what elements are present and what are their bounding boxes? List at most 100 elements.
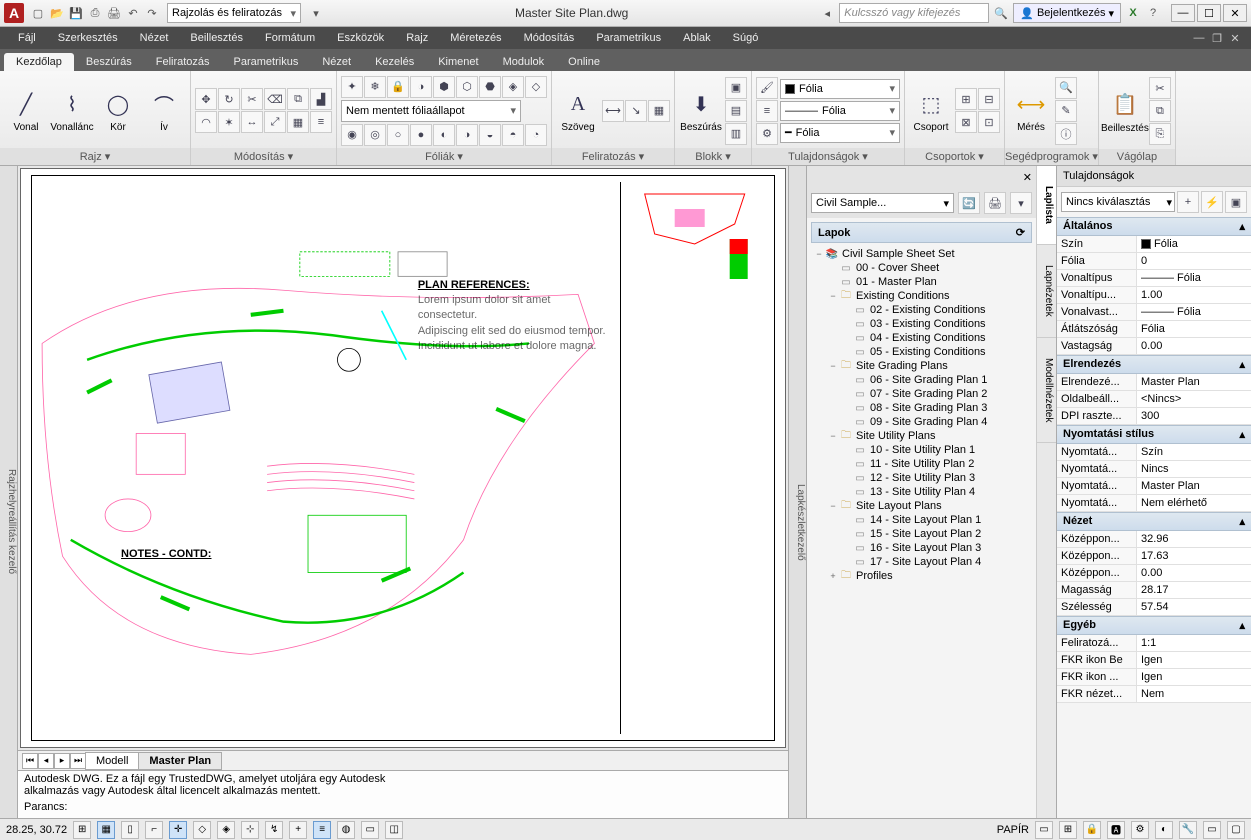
chevron-down-icon[interactable]: ▾ — [725, 150, 731, 163]
prop-row[interactable]: Oldalbeáll...<Nincs> — [1057, 391, 1251, 408]
layer-btn[interactable]: ⬢ — [433, 76, 455, 98]
tab-modules[interactable]: Modulok — [491, 53, 557, 71]
login-button[interactable]: 👤Bejelentkezés▾ — [1013, 3, 1121, 23]
prop-row[interactable]: Vonaltípus——— Fólia — [1057, 270, 1251, 287]
status-3dosnap[interactable]: ◈ — [217, 821, 235, 839]
menu-help[interactable]: Súgó — [723, 30, 769, 46]
util-btn[interactable]: ✎ — [1055, 100, 1077, 122]
tab-view[interactable]: Nézet — [310, 53, 363, 71]
status-qp[interactable]: ▭ — [361, 821, 379, 839]
explode-button[interactable]: ✶ — [218, 111, 240, 133]
prop-row[interactable]: Szélesség57.54 — [1057, 599, 1251, 616]
layout-tab-model[interactable]: Modell — [85, 752, 139, 770]
status-tpy[interactable]: ◍ — [337, 821, 355, 839]
menu-modify[interactable]: Módosítás — [514, 30, 585, 46]
copy-clip-button[interactable]: ⧉ — [1149, 100, 1171, 122]
status-infer[interactable]: ⊞ — [73, 821, 91, 839]
prop-category[interactable]: Egyéb▴ — [1057, 616, 1251, 635]
prop-value[interactable]: <Nincs> — [1137, 391, 1251, 407]
ss-tab-modelviews[interactable]: Modellnézetek — [1037, 338, 1056, 443]
layer-btn[interactable]: ◎ — [364, 124, 386, 146]
pick-button[interactable]: + — [1177, 191, 1199, 213]
tree-sheet[interactable]: ▭08 - Site Grading Plan 3 — [813, 401, 1030, 415]
status-snap[interactable]: ▦ — [97, 821, 115, 839]
layer-state-combo[interactable]: Nem mentett fóliaállapot — [341, 100, 521, 122]
status-polar[interactable]: ✛ — [169, 821, 187, 839]
tree-sheet[interactable]: ▭06 - Site Grading Plan 1 — [813, 373, 1030, 387]
prop-row[interactable]: Feliratozá...1:1 — [1057, 635, 1251, 652]
tab-manage[interactable]: Kezelés — [363, 53, 426, 71]
prop-row[interactable]: Vonaltípu...1.00 — [1057, 287, 1251, 304]
status-ortho[interactable]: ⌐ — [145, 821, 163, 839]
prop-value[interactable]: Nem — [1137, 686, 1251, 702]
tree-subset[interactable]: −🗀Site Grading Plans — [813, 359, 1030, 373]
tree-subset[interactable]: −🗀Site Utility Plans — [813, 429, 1030, 443]
prop-row[interactable]: Nyomtatá...Master Plan — [1057, 478, 1251, 495]
prop-value[interactable]: Szín — [1137, 444, 1251, 460]
layer-btn[interactable]: ◑ — [410, 76, 432, 98]
prop-category[interactable]: Általános▴ — [1057, 217, 1251, 236]
offset-button[interactable]: ≡ — [310, 111, 332, 133]
linetype-combo[interactable]: ———Fólia — [780, 101, 900, 121]
prop-row[interactable]: SzínFólia — [1057, 236, 1251, 253]
prop-value[interactable]: 17.63 — [1137, 548, 1251, 564]
prop-value[interactable]: ——— Fólia — [1137, 304, 1251, 320]
doc-close-icon[interactable]: ✕ — [1227, 30, 1243, 46]
status-btn[interactable]: 🅰 — [1107, 821, 1125, 839]
status-grid[interactable]: ▯ — [121, 821, 139, 839]
prop-value[interactable]: Igen — [1137, 652, 1251, 668]
drawing-canvas[interactable]: PLAN REFERENCES: Lorem ipsum dolor sit a… — [20, 168, 786, 748]
prop-value[interactable]: Fólia — [1137, 236, 1251, 252]
prop-value[interactable]: Nem elérhető — [1137, 495, 1251, 511]
block-btn[interactable]: ▣ — [725, 77, 747, 99]
grp-btn[interactable]: ⊠ — [955, 111, 977, 133]
tab-insert[interactable]: Beszúrás — [74, 53, 144, 71]
command-line[interactable]: Autodesk DWG. Ez a fájl egy TrustedDWG, … — [18, 770, 788, 818]
menu-window[interactable]: Ablak — [673, 30, 721, 46]
tab-online[interactable]: Online — [556, 53, 612, 71]
prop-category[interactable]: Nyomtatási stílus▴ — [1057, 425, 1251, 444]
prop-row[interactable]: Magasság28.17 — [1057, 582, 1251, 599]
menu-dimension[interactable]: Méretezés — [440, 30, 511, 46]
menu-view[interactable]: Nézet — [130, 30, 179, 46]
layer-btn[interactable]: ◔ — [525, 124, 547, 146]
minimize-button[interactable]: — — [1171, 4, 1195, 22]
tree-sheet[interactable]: ▭15 - Site Layout Plan 2 — [813, 527, 1030, 541]
doc-minimize-icon[interactable]: — — [1191, 30, 1207, 46]
grp-btn[interactable]: ⊞ — [955, 88, 977, 110]
prop-row[interactable]: Fólia0 — [1057, 253, 1251, 270]
ss-btn[interactable]: ▾ — [1010, 192, 1032, 214]
sheetset-palette-tab[interactable]: Lapkészletkezelő — [788, 166, 806, 818]
tab-annotate[interactable]: Feliratozás — [144, 53, 222, 71]
layer-btn[interactable]: ⬣ — [479, 76, 501, 98]
dim-button[interactable]: ⟷ — [602, 100, 624, 122]
chevron-down-icon[interactable]: ▾ — [288, 150, 294, 163]
move-button[interactable]: ✥ — [195, 88, 217, 110]
tree-sheet[interactable]: ▭00 - Cover Sheet — [813, 261, 1030, 275]
prop-category[interactable]: Elrendezés▴ — [1057, 355, 1251, 374]
tree-subset[interactable]: +🗀Profiles — [813, 569, 1030, 583]
exchange-icon[interactable]: X — [1125, 5, 1141, 21]
status-clean[interactable]: ▢ — [1227, 821, 1245, 839]
status-sc[interactable]: ◫ — [385, 821, 403, 839]
layer-btn[interactable]: ◒ — [479, 124, 501, 146]
layer-btn[interactable]: ◐ — [433, 124, 455, 146]
ss-tab-sheetviews[interactable]: Lapnézetek — [1037, 245, 1056, 338]
prop-value[interactable]: 1:1 — [1137, 635, 1251, 651]
rotate-button[interactable]: ↻ — [218, 88, 240, 110]
list-button[interactable]: ≡ — [756, 100, 778, 122]
app-logo[interactable]: A — [4, 3, 24, 23]
chevron-down-icon[interactable]: ▾ — [105, 150, 111, 163]
tab-home[interactable]: Kezdőlap — [4, 53, 74, 71]
tab-output[interactable]: Kimenet — [426, 53, 490, 71]
menu-parametric[interactable]: Parametrikus — [586, 30, 671, 46]
tree-subset[interactable]: −🗀Existing Conditions — [813, 289, 1030, 303]
layer-btn[interactable]: ● — [410, 124, 432, 146]
tree-sheet[interactable]: ▭03 - Existing Conditions — [813, 317, 1030, 331]
block-btn[interactable]: ▤ — [725, 100, 747, 122]
prop-value[interactable]: Master Plan — [1137, 478, 1251, 494]
status-osnap[interactable]: ◇ — [193, 821, 211, 839]
chevron-down-icon[interactable]: ▾ — [1092, 150, 1098, 163]
tree-sheet[interactable]: ▭16 - Site Layout Plan 3 — [813, 541, 1030, 555]
prop-value[interactable]: 300 — [1137, 408, 1251, 424]
